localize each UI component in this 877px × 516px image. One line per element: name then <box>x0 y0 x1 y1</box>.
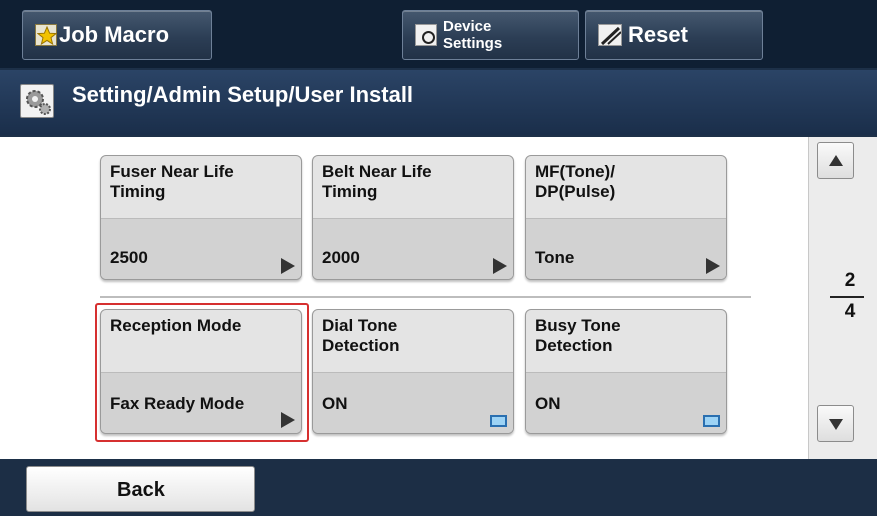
job-macro-label: Job Macro <box>59 22 170 47</box>
setting-tile-busy-tone-detection[interactable]: Busy Tone Detection ON <box>525 309 727 434</box>
scroll-down-button[interactable] <box>817 405 854 442</box>
page-total: 4 <box>844 301 856 322</box>
tile-label-line1: Dial Tone <box>322 316 398 335</box>
page-current: 2 <box>844 270 856 291</box>
device-settings-label-line1: Device <box>443 18 492 35</box>
tile-value: ON <box>322 394 348 413</box>
tile-label: MF(Tone)/ DP(Pulse) <box>535 162 715 202</box>
tile-value: ON <box>535 394 561 413</box>
printer-panel-screen: Job Macro Device Settings Reset Setting/… <box>0 0 877 516</box>
tile-value: 2500 <box>110 248 148 267</box>
tile-label: Belt Near Life Timing <box>322 162 502 202</box>
right-arrow-icon <box>706 258 720 274</box>
device-settings-label-line2: Settings <box>443 35 503 52</box>
reset-label: Reset <box>628 22 688 47</box>
tile-value: Tone <box>535 248 575 267</box>
device-settings-icon <box>415 24 437 46</box>
page-title: Setting/Admin Setup/User Install <box>72 82 414 107</box>
right-arrow-icon <box>281 258 295 274</box>
setting-tile-belt-near-life[interactable]: Belt Near Life Timing 2000 <box>312 155 514 280</box>
setting-tile-mf-dp[interactable]: MF(Tone)/ DP(Pulse) Tone <box>525 155 727 280</box>
down-arrow-icon <box>829 419 843 430</box>
tile-label-line2: Detection <box>322 336 400 355</box>
tile-label: Fuser Near Life Timing <box>110 162 290 202</box>
device-settings-label: Device Settings <box>443 18 502 52</box>
device-settings-button[interactable]: Device Settings <box>402 10 579 60</box>
scroll-up-button[interactable] <box>817 142 854 179</box>
star-icon <box>35 24 57 46</box>
tile-label-line2: DP(Pulse) <box>535 182 616 201</box>
tile-label-line2: Timing <box>110 182 166 201</box>
reset-icon <box>598 24 622 46</box>
tile-value: 2000 <box>322 248 360 267</box>
settings-gear-icon <box>20 84 54 118</box>
tile-label-line2: Timing <box>322 182 378 201</box>
tile-label-line1: Fuser Near Life <box>110 162 234 181</box>
top-toolbar: Job Macro Device Settings Reset <box>0 0 877 68</box>
setting-tile-fuser-near-life[interactable]: Fuser Near Life Timing 2500 <box>100 155 302 280</box>
tile-label-line1: Belt Near Life <box>322 162 432 181</box>
page-fraction-line <box>830 296 864 298</box>
row-divider <box>100 296 751 298</box>
job-macro-button[interactable]: Job Macro <box>22 10 212 60</box>
right-arrow-icon <box>493 258 507 274</box>
tile-label: Busy Tone Detection <box>535 316 715 356</box>
setting-tile-dial-tone-detection[interactable]: Dial Tone Detection ON <box>312 309 514 434</box>
back-label: Back <box>117 479 165 501</box>
checkbox-icon <box>490 415 507 427</box>
tile-label-line1: Busy Tone <box>535 316 621 335</box>
tile-label: Dial Tone Detection <box>322 316 502 356</box>
up-arrow-icon <box>829 155 843 166</box>
tile-label-line1: MF(Tone)/ <box>535 162 615 181</box>
reset-button[interactable]: Reset <box>585 10 763 60</box>
tile-label-line2: Detection <box>535 336 613 355</box>
selection-highlight <box>95 303 309 442</box>
checkbox-icon <box>703 415 720 427</box>
back-button[interactable]: Back <box>26 466 255 512</box>
